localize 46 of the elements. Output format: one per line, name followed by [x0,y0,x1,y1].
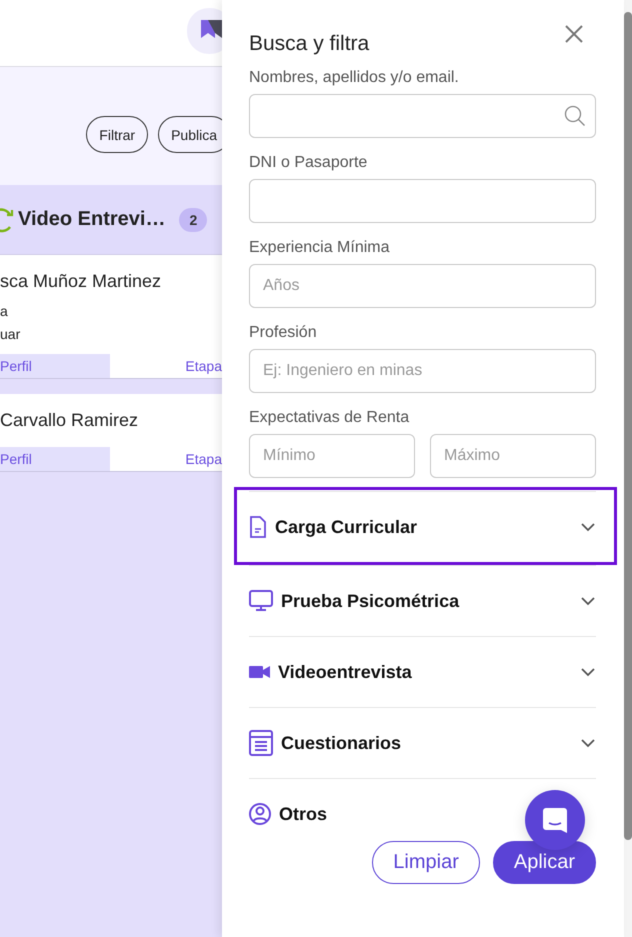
input-field[interactable]: Años [249,264,596,308]
field-label: Experiencia Mínima [249,238,390,258]
accordion-header[interactable]: Carga Curricular [249,516,418,538]
chat-bubble-icon [542,806,568,834]
candidate-name: Carvallo Ramirez [0,409,140,432]
field-label: DNI o Pasaporte [249,153,368,173]
search-icon [564,105,586,127]
candidate-detail: uar [0,325,22,344]
card-link[interactable]: Perfil [0,354,110,378]
video-camera-icon [249,665,270,679]
column-title: Video Entrevi… [18,208,166,231]
input-field[interactable]: Mínimo [249,434,415,478]
scrollbar-thumb[interactable] [624,12,632,840]
accordion-header[interactable]: Videoentrevista [249,662,412,682]
card-link[interactable]: Etapa [185,354,222,378]
candidate-name: sca Muñoz Martinez [0,270,162,293]
close-button[interactable] [564,24,584,44]
search-field[interactable] [249,94,596,138]
card-link[interactable]: Etapa [185,447,222,471]
filter-button[interactable]: Filtrar [86,116,148,153]
field-label: Expectativas de Renta [249,408,410,428]
accordion-header[interactable]: Prueba Psicométrica [249,590,460,612]
accordion-header[interactable]: Cuestionarios [249,730,402,756]
candidate-card[interactable]: sca Muñoz Martinez a uar Perfil Etapa [0,255,222,379]
input-field[interactable] [249,179,596,223]
accordion-header[interactable]: Otros [249,803,328,825]
input-field[interactable]: Ej: Ingeniero en minas [249,349,596,393]
panel-title: Busca y filtra [249,32,370,56]
card-link[interactable]: Perfil [0,447,110,471]
user-circle-icon [249,803,271,825]
candidate-card[interactable]: Carvallo Ramirez Perfil Etapa [0,394,222,472]
chevron-down-icon[interactable] [580,522,596,532]
chevron-down-icon[interactable] [580,738,596,748]
clear-button[interactable]: Limpiar [372,841,480,884]
count-badge: 2 [179,208,208,232]
input-field[interactable]: Máximo [430,434,596,478]
field-label: Profesión [249,323,318,343]
monitor-icon [249,590,273,612]
chevron-down-icon[interactable] [580,667,596,677]
logo-icon[interactable] [187,8,222,54]
candidate-detail: a [0,302,9,321]
form-icon [249,730,273,756]
apply-button[interactable]: Aplicar [492,841,596,884]
field-label: Nombres, apellidos y/o email. [249,68,460,88]
chevron-down-icon[interactable] [580,596,596,606]
document-icon [249,516,267,538]
